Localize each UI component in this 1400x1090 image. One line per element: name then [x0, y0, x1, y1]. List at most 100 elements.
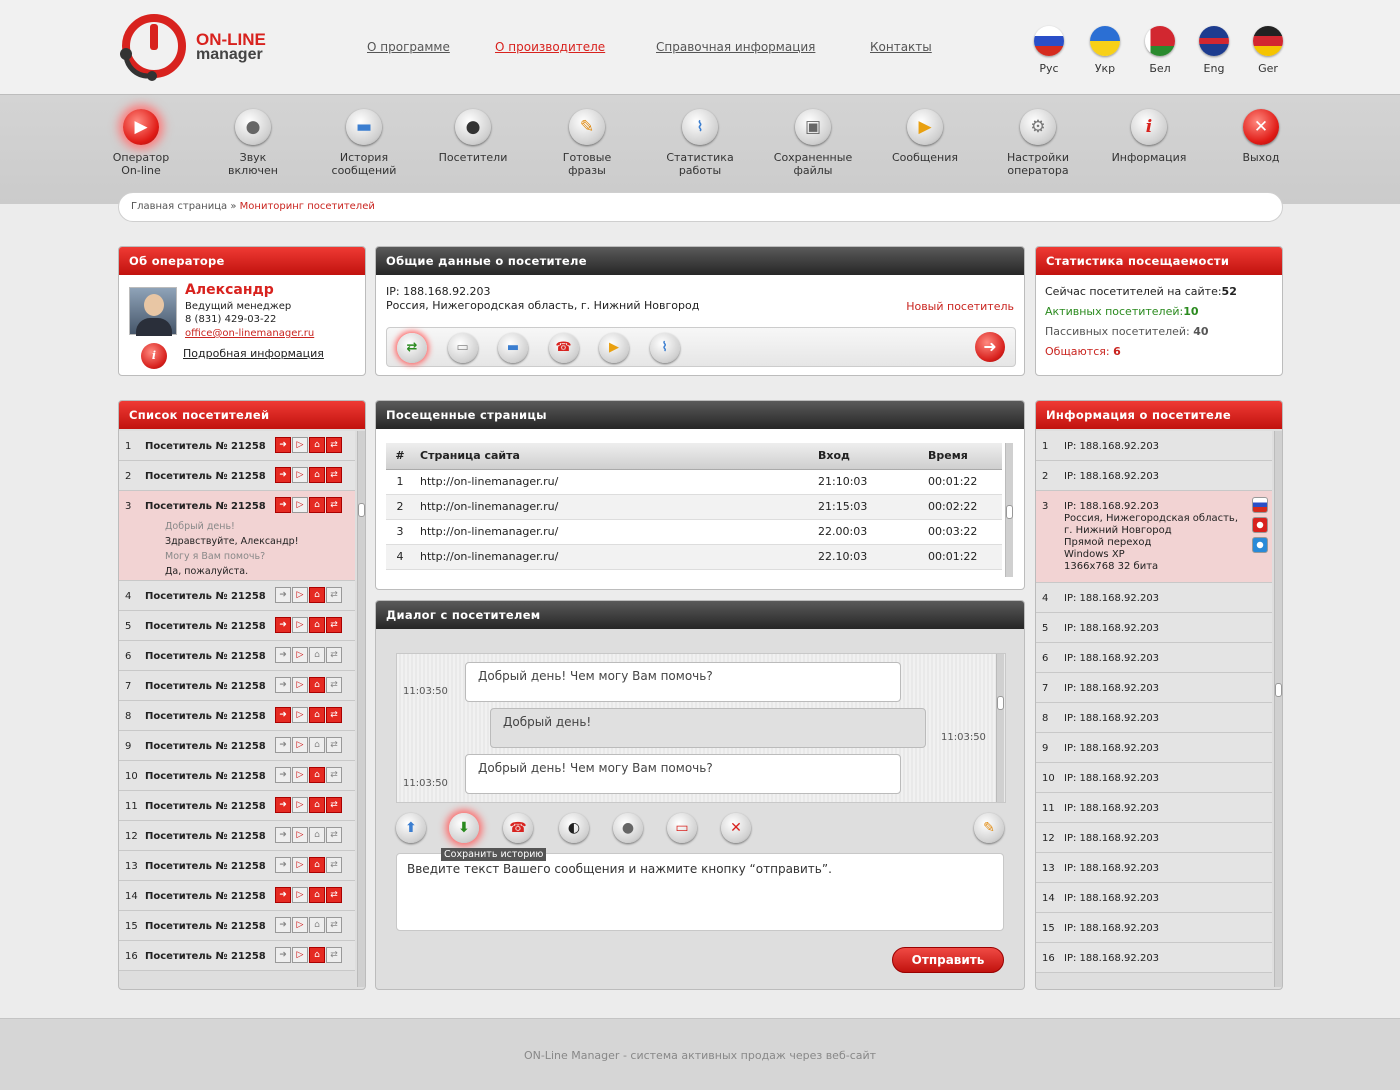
visitor-info-row[interactable]: 9 IP: 188.168.92.203 [1036, 733, 1272, 763]
play-icon[interactable]: ▷ [292, 587, 308, 603]
visitor-info-row[interactable]: 12 IP: 188.168.92.203 [1036, 823, 1272, 853]
operator-info-icon[interactable]: i [141, 343, 167, 369]
table-row[interactable]: 3 http://on-linemanager.ru/22.00:03 00:03:… [386, 519, 1002, 545]
forward-arrow-icon[interactable]: ➜ [275, 617, 291, 633]
home-icon[interactable]: ⌂ [309, 857, 325, 873]
play-icon[interactable]: ▷ [292, 857, 308, 873]
play-icon[interactable]: ▷ [292, 647, 308, 663]
home-icon[interactable]: ⌂ [309, 767, 325, 783]
visitor-list-row[interactable]: 15 Посетитель № 21258 ➜ ▷ ⌂ ⇄ [119, 911, 355, 941]
forward-arrow-icon[interactable]: ➜ [275, 827, 291, 843]
invite-icon[interactable]: ⇄ [397, 333, 427, 363]
home-icon[interactable]: ⌂ [309, 707, 325, 723]
table-row[interactable]: 1 http://on-linemanager.ru/21:10:03 00:01:… [386, 469, 1002, 495]
play-icon[interactable]: ▷ [292, 497, 308, 513]
cell-page-url[interactable]: http://on-linemanager.ru/ [414, 494, 812, 520]
forward-arrow-icon[interactable]: ➜ [275, 587, 291, 603]
play-icon[interactable]: ▷ [292, 437, 308, 453]
transfer-icon[interactable]: ⇄ [326, 497, 342, 513]
home-icon[interactable]: ⌂ [309, 437, 325, 453]
transfer-icon[interactable]: ⇄ [326, 767, 342, 783]
transfer-icon[interactable]: ⇄ [326, 617, 342, 633]
cell-page-url[interactable]: http://on-linemanager.ru/ [414, 544, 812, 570]
home-icon[interactable]: ⌂ [309, 497, 325, 513]
microphone-icon[interactable]: ● [613, 813, 643, 843]
visitor-list-row[interactable]: 14 Посетитель № 21258 ➜ ▷ ⌂ ⇄ [119, 881, 355, 911]
transfer-icon[interactable]: ⇄ [326, 947, 342, 963]
visitor-info-row[interactable]: 2 IP: 188.168.92.203 [1036, 461, 1272, 491]
home-icon[interactable]: ⌂ [309, 587, 325, 603]
forward-arrow-icon[interactable]: ➜ [275, 797, 291, 813]
next-arrow-icon[interactable]: ➜ [975, 332, 1005, 362]
home-icon[interactable]: ⌂ [309, 827, 325, 843]
home-icon[interactable]: ⌂ [309, 617, 325, 633]
visitor-info-row[interactable]: 1 IP: 188.168.92.203 [1036, 431, 1272, 461]
cell-page-url[interactable]: http://on-linemanager.ru/ [414, 469, 812, 495]
visitor-list-row[interactable]: 1 Посетитель № 21258 ➜ ▷ ⌂ ⇄ [119, 431, 355, 461]
toolbar-sound[interactable]: ● Звук включен [198, 109, 308, 177]
visitor-list-row[interactable]: 11 Посетитель № 21258 ➜ ▷ ⌂ ⇄ [119, 791, 355, 821]
forward-arrow-icon[interactable]: ➜ [275, 917, 291, 933]
forward-arrow-icon[interactable]: ➜ [275, 497, 291, 513]
delete-icon[interactable]: ✕ [721, 813, 751, 843]
visitor-info-row[interactable]: 3 IP: 188.168.92.203 Россия, Нижегородская… [1036, 491, 1272, 583]
transfer-icon[interactable]: ⇄ [326, 587, 342, 603]
visitor-list-scrollbar[interactable] [357, 431, 365, 987]
visitor-info-row[interactable]: 8 IP: 188.168.92.203 [1036, 703, 1272, 733]
phone-icon[interactable]: ☎ [548, 333, 579, 363]
home-icon[interactable]: ⌂ [309, 647, 325, 663]
forward-arrow-icon[interactable]: ➜ [275, 647, 291, 663]
transfer-icon[interactable]: ⇄ [326, 707, 342, 723]
toolbar-operator-settings[interactable]: ⚙ Настройки оператора [983, 109, 1093, 177]
nav-reference-info[interactable]: Справочная информация [656, 40, 815, 54]
visitor-list-row[interactable]: 7 Посетитель № 21258 ➜ ▷ ⌂ ⇄ [119, 671, 355, 701]
visitor-list-row[interactable]: 5 Посетитель № 21258 ➜ ▷ ⌂ ⇄ [119, 611, 355, 641]
toolbar-message-history[interactable]: ▬ История сообщений [309, 109, 419, 177]
upload-icon[interactable]: ⬆ [396, 813, 426, 843]
play-icon[interactable]: ▷ [292, 467, 308, 483]
dialog-scrollbar[interactable] [996, 654, 1004, 802]
visitor-list-row[interactable]: 13 Посетитель № 21258 ➜ ▷ ⌂ ⇄ [119, 851, 355, 881]
transfer-icon[interactable]: ⇄ [326, 797, 342, 813]
visitor-info-row[interactable]: 14 IP: 188.168.92.203 [1036, 883, 1272, 913]
folder-icon[interactable]: ▬ [498, 333, 528, 363]
transfer-icon[interactable]: ⇄ [326, 827, 342, 843]
visitor-info-row[interactable]: 13 IP: 188.168.92.203 [1036, 853, 1272, 883]
home-icon[interactable]: ⌂ [309, 677, 325, 693]
toolbar-messages[interactable]: ▶ Сообщения [870, 109, 980, 164]
toolbar-saved-files[interactable]: ▣ Сохраненные файлы [758, 109, 868, 177]
home-icon[interactable]: ⌂ [309, 917, 325, 933]
visitor-info-row[interactable]: 4 IP: 188.168.92.203 [1036, 583, 1272, 613]
play-icon[interactable]: ▷ [292, 917, 308, 933]
play-icon[interactable]: ▷ [292, 797, 308, 813]
transfer-icon[interactable]: ⇄ [326, 437, 342, 453]
toolbar-work-statistics[interactable]: ⌇ Статистика работы [645, 109, 755, 177]
nav-contacts[interactable]: Контакты [870, 40, 932, 54]
home-icon[interactable]: ⌂ [309, 887, 325, 903]
nav-about-developer[interactable]: О производителе [495, 40, 605, 54]
visitor-info-row[interactable]: 7 IP: 188.168.92.203 [1036, 673, 1272, 703]
breadcrumb-home[interactable]: Главная страница [131, 201, 227, 212]
scroll-thumb[interactable] [1275, 683, 1282, 697]
scroll-thumb[interactable] [997, 696, 1004, 710]
chart-icon[interactable]: ⌇ [649, 333, 680, 363]
visitor-list-row[interactable]: 16 Посетитель № 21258 ➜ ▷ ⌂ ⇄ [119, 941, 355, 971]
visitor-list-row[interactable]: 12 Посетитель № 21258 ➜ ▷ ⌂ ⇄ [119, 821, 355, 851]
table-row[interactable]: 4 http://on-linemanager.ru/22.10:03 00:01:… [386, 544, 1002, 570]
visitor-list-row[interactable]: 2 Посетитель № 21258 ➜ ▷ ⌂ ⇄ [119, 461, 355, 491]
toolbar-operator-online[interactable]: ▶ Оператор On-line [86, 109, 196, 177]
headset-icon[interactable]: ◐ [559, 813, 589, 843]
toolbar-ready-phrases[interactable]: ✎ Готовые фразы [532, 109, 642, 177]
transfer-icon[interactable]: ⇄ [326, 917, 342, 933]
forward-arrow-icon[interactable]: ➜ [275, 467, 291, 483]
operator-more-link[interactable]: Подробная информация [183, 347, 324, 360]
play-icon[interactable]: ▷ [292, 887, 308, 903]
play-icon[interactable]: ▷ [292, 737, 308, 753]
lang-en[interactable]: Eng [1194, 26, 1234, 75]
transfer-icon[interactable]: ⇄ [326, 887, 342, 903]
transfer-icon[interactable]: ⇄ [326, 857, 342, 873]
transfer-icon[interactable]: ⇄ [326, 737, 342, 753]
save-history-icon[interactable]: ⬇ [449, 813, 479, 843]
lang-ua[interactable]: Укр [1085, 26, 1125, 75]
visitor-info-row[interactable]: 10 IP: 188.168.92.203 [1036, 763, 1272, 793]
